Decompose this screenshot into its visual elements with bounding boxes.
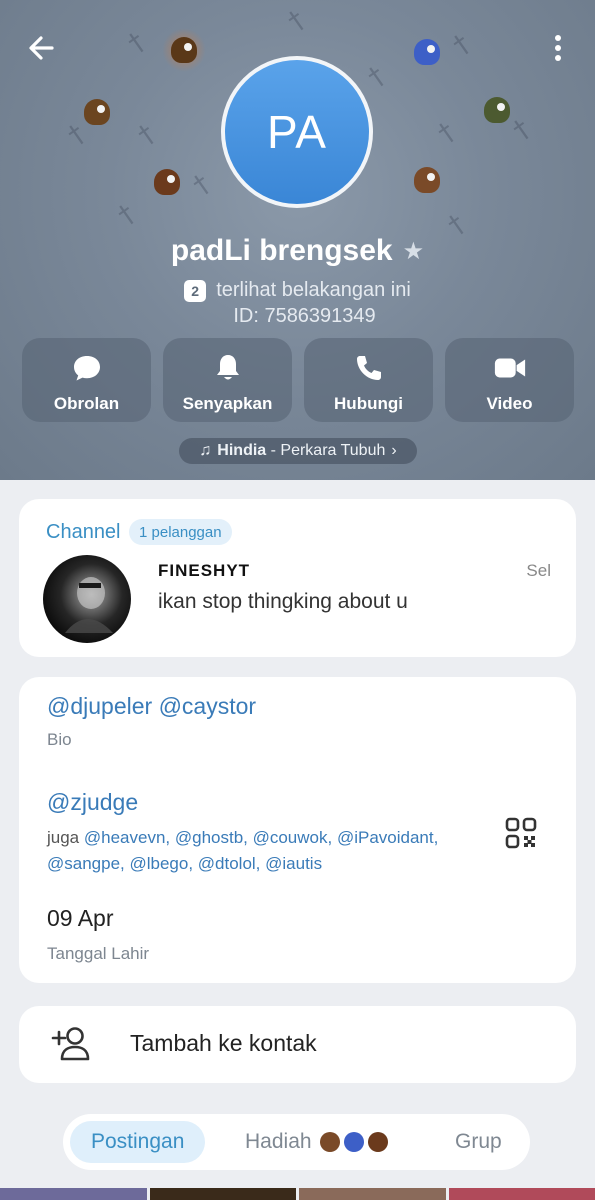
profile-avatar[interactable]: PA <box>221 56 373 208</box>
profile-tabs: Postingan Hadiah Grup <box>63 1114 530 1170</box>
chevron-right-icon: › <box>391 442 397 459</box>
back-button[interactable] <box>22 28 62 68</box>
channel-message-time: Sel <box>526 561 551 580</box>
profile-name: padLi brengsek <box>170 234 393 267</box>
also-prefix: juga <box>47 828 84 847</box>
tab-hadiah[interactable]: Hadiah <box>245 1121 388 1163</box>
music-note-icon: ♫ <box>199 442 212 459</box>
pattern-sword-icon: † <box>112 198 141 232</box>
profile-music[interactable]: ♫ Hindia - Perkara Tubuh › <box>179 438 417 464</box>
info-card: @djupeler @caystor Bio @zjudge juga @hea… <box>19 677 576 983</box>
also-usernames-links[interactable]: @heavevn, @ghostb, @couwok, @iPavoidant,… <box>47 828 438 873</box>
add-contact-label: Tambah ke kontak <box>130 1030 317 1056</box>
channel-name: FINESHYT <box>158 561 251 580</box>
music-artist: Hindia <box>217 442 267 459</box>
bell-icon <box>211 352 245 384</box>
phone-icon <box>352 352 386 384</box>
pattern-sword-icon: † <box>132 118 161 152</box>
mute-button-label: Senyapkan <box>182 394 273 413</box>
add-user-icon <box>49 1024 93 1064</box>
profile-header: † † † † † † † † † † † PA padLi brengsek <box>0 0 595 480</box>
bio-value[interactable]: @djupeler @caystor <box>47 693 256 720</box>
more-vertical-icon <box>555 35 561 61</box>
channel-avatar[interactable] <box>43 555 131 643</box>
chat-bubble-icon <box>70 352 104 384</box>
avatar-initials: PA <box>225 60 369 204</box>
status-badge: 2 <box>184 279 207 302</box>
arrow-left-icon <box>29 36 54 60</box>
call-button-label: Hubungi <box>334 394 403 413</box>
also-usernames: juga @heavevn, @ghostb, @couwok, @iPavoi… <box>47 825 507 877</box>
birthday-item[interactable]: 09 Apr Tanggal Lahir <box>47 905 149 964</box>
profile-name-row: padLi brengsek ★ <box>0 234 595 268</box>
star-icon[interactable]: ★ <box>403 237 425 266</box>
gift-stickers-icon <box>319 1132 388 1152</box>
channel-section-title: Channel <box>46 521 121 543</box>
chat-button[interactable]: Obrolan <box>22 338 151 422</box>
subscriber-badge: 1 pelanggan <box>129 519 232 545</box>
tab-postingan[interactable]: Postingan <box>70 1121 206 1163</box>
media-grid-peek <box>0 1188 595 1200</box>
dog-sticker-icon <box>475 88 519 132</box>
dog-sticker-icon <box>145 160 189 204</box>
dog-sticker-icon <box>405 30 449 74</box>
mute-button[interactable]: Senyapkan <box>163 338 292 422</box>
channel-card[interactable]: Channel 1 pelanggan FINESHYT ikan stop t… <box>19 499 576 657</box>
pattern-sword-icon: † <box>362 60 391 94</box>
pattern-sword-icon: † <box>187 168 216 202</box>
channel-last-message: ikan stop thingking about u <box>158 590 408 613</box>
dog-sticker-icon <box>162 28 206 72</box>
tab-hadiah-label: Hadiah <box>245 1130 312 1153</box>
pattern-sword-icon: † <box>447 28 476 62</box>
qr-code-icon <box>505 817 537 849</box>
pattern-sword-icon: † <box>122 26 151 60</box>
bio-item[interactable]: @djupeler @caystor Bio <box>47 693 256 750</box>
username-value[interactable]: @zjudge <box>47 789 138 816</box>
last-seen-row: 2 terlihat belakangan ini <box>0 279 595 302</box>
video-button[interactable]: Video <box>445 338 574 422</box>
last-seen-text: terlihat belakangan ini <box>216 279 411 301</box>
tab-grup[interactable]: Grup <box>455 1121 502 1163</box>
dog-sticker-icon <box>405 158 449 202</box>
username-item[interactable]: @zjudge <box>47 789 138 816</box>
qr-code-button[interactable] <box>501 813 541 853</box>
add-contact-button[interactable]: Tambah ke kontak <box>19 1006 576 1083</box>
video-camera-icon <box>493 352 527 384</box>
dog-sticker-icon <box>75 90 119 134</box>
more-menu-button[interactable] <box>540 28 576 68</box>
pattern-sword-icon: † <box>282 4 311 38</box>
chat-button-label: Obrolan <box>53 394 120 413</box>
action-buttons: Obrolan Senyapkan Hubungi Video <box>22 338 574 422</box>
birthday-value: 09 Apr <box>47 905 114 931</box>
user-id: ID: 7586391349 <box>233 305 376 327</box>
birthday-label: Tanggal Lahir <box>47 944 150 963</box>
video-button-label: Video <box>486 394 533 413</box>
bio-label: Bio <box>47 730 72 749</box>
call-button[interactable]: Hubungi <box>304 338 433 422</box>
pattern-sword-icon: † <box>432 116 461 150</box>
music-title: - Perkara Tubuh <box>266 442 386 459</box>
